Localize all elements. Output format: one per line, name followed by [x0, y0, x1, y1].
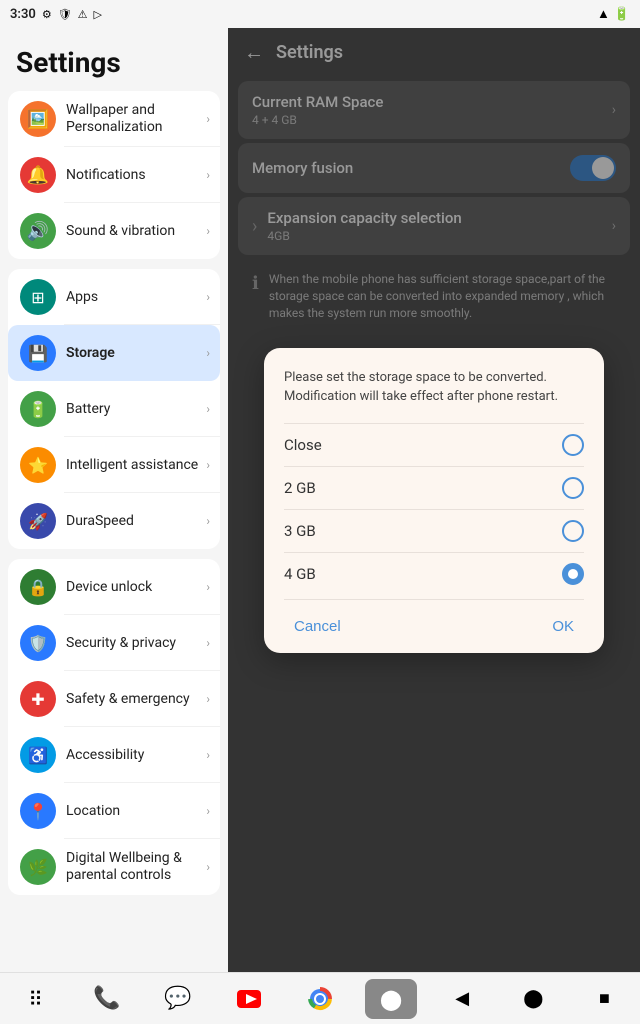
dialog-overlay: Please set the storage space to be conve… [228, 28, 640, 972]
sidebar-item-digitalwellbeing[interactable]: 🌿 Digital Wellbeing & parental controls … [8, 839, 220, 895]
apps-icon: ⊞ [20, 279, 56, 315]
ok-button[interactable]: OK [542, 614, 584, 639]
chevron-right-icon: › [206, 402, 210, 416]
sidebar-item-label: Security & privacy [66, 635, 202, 652]
sidebar-item-deviceunlock[interactable]: 🔒 Device unlock › [8, 559, 220, 615]
dialog-option-4gb[interactable]: 4 GB [284, 552, 584, 595]
shield-icon: 🛡 [58, 8, 72, 21]
cancel-button[interactable]: Cancel [284, 614, 351, 639]
chevron-right-icon: › [206, 112, 210, 126]
dialog-option-close[interactable]: Close [284, 423, 584, 466]
sidebar-item-label: Safety & emergency [66, 691, 202, 708]
sidebar-item-label: Wallpaper and Personalization [66, 102, 202, 136]
sidebar-item-label: Digital Wellbeing & parental controls [66, 850, 202, 884]
sidebar-item-notifications[interactable]: 🔔 Notifications › [8, 147, 220, 203]
battery-icon: 🔋 [614, 7, 630, 22]
main-panel: ← Settings Current RAM Space 4 + 4 GB › … [228, 28, 640, 972]
sidebar-item-accessibility[interactable]: ♿ Accessibility › [8, 727, 220, 783]
sidebar-item-label: DuraSpeed [66, 513, 202, 530]
chevron-right-icon: › [206, 346, 210, 360]
nav-camera[interactable]: ⬤ [365, 979, 417, 1019]
sidebar-item-label: Location [66, 803, 202, 820]
chevron-right-icon: › [206, 580, 210, 594]
sidebar-item-label: Notifications [66, 167, 202, 184]
deviceunlock-icon: 🔒 [20, 569, 56, 605]
gear-icon: ⚙ [42, 8, 52, 21]
dialog-message: Please set the storage space to be conve… [284, 368, 584, 407]
sidebar-item-location[interactable]: 📍 Location › [8, 783, 220, 839]
sidebar-item-sound[interactable]: 🔊 Sound & vibration › [8, 203, 220, 259]
sidebar-item-security[interactable]: 🛡️ Security & privacy › [8, 615, 220, 671]
bottom-nav: ⠿ 📞 💬 ⬤ ◀ ⬤ ■ [0, 972, 640, 1024]
dialog-actions: Cancel OK [284, 599, 584, 653]
nav-message[interactable]: 💬 [152, 979, 204, 1019]
chevron-right-icon: › [206, 860, 210, 874]
sidebar-item-label: Accessibility [66, 747, 202, 764]
dialog-option-label: 2 GB [284, 479, 316, 497]
chevron-right-icon: › [206, 458, 210, 472]
sidebar-item-label: Apps [66, 289, 202, 306]
dialog-option-3gb[interactable]: 3 GB [284, 509, 584, 552]
nav-home[interactable]: ⬤ [507, 979, 559, 1019]
sidebar-item-apps[interactable]: ⊞ Apps › [8, 269, 220, 325]
chevron-right-icon: › [206, 636, 210, 650]
chevron-right-icon: › [206, 224, 210, 238]
dialog: Please set the storage space to be conve… [264, 348, 604, 653]
status-bar: 3:30 ⚙ 🛡 ⚠ ▷ ▲ 🔋 [0, 0, 640, 28]
sidebar-item-label: Intelligent assistance [66, 457, 202, 474]
dialog-option-label: 4 GB [284, 565, 316, 583]
nav-recents[interactable]: ■ [578, 979, 630, 1019]
chevron-right-icon: › [206, 514, 210, 528]
chevron-right-icon: › [206, 692, 210, 706]
sidebar-item-safety[interactable]: ✚ Safety & emergency › [8, 671, 220, 727]
radio-4gb[interactable] [562, 563, 584, 585]
storage-icon: 💾 [20, 335, 56, 371]
chevron-right-icon: › [206, 804, 210, 818]
sidebar-item-wallpaper[interactable]: 🖼️ Wallpaper and Personalization › [8, 91, 220, 147]
sound-icon: 🔊 [20, 213, 56, 249]
nav-back[interactable]: ◀ [436, 979, 488, 1019]
nav-youtube[interactable] [223, 979, 275, 1019]
sidebar-item-intelligent[interactable]: ⭐ Intelligent assistance › [8, 437, 220, 493]
intelligent-icon: ⭐ [20, 447, 56, 483]
security-icon: 🛡️ [20, 625, 56, 661]
wifi-icon: ▲ [597, 6, 610, 22]
dialog-option-2gb[interactable]: 2 GB [284, 466, 584, 509]
safety-icon: ✚ [20, 681, 56, 717]
sidebar-item-battery[interactable]: 🔋 Battery › [8, 381, 220, 437]
digitalwellbeing-icon: 🌿 [20, 849, 56, 885]
sidebar-item-label: Storage [66, 345, 202, 362]
radio-2gb[interactable] [562, 477, 584, 499]
chevron-right-icon: › [206, 168, 210, 182]
sidebar-item-storage[interactable]: 💾 Storage › [8, 325, 220, 381]
wallpaper-icon: 🖼️ [20, 101, 56, 137]
dialog-option-label: 3 GB [284, 522, 316, 540]
battery-menu-icon: 🔋 [20, 391, 56, 427]
duraspeed-icon: 🚀 [20, 503, 56, 539]
sidebar-group-2: ⊞ Apps › 💾 Storage › 🔋 Battery › ⭐ Intel… [8, 269, 220, 549]
nav-grid[interactable]: ⠿ [10, 979, 62, 1019]
sidebar-group-1: 🖼️ Wallpaper and Personalization › 🔔 Not… [8, 91, 220, 259]
status-time: 3:30 [10, 7, 36, 22]
sidebar-title: Settings [0, 28, 228, 91]
location-icon: 📍 [20, 793, 56, 829]
dialog-option-label: Close [284, 436, 322, 454]
sidebar-item-label: Battery [66, 401, 202, 418]
radio-3gb[interactable] [562, 520, 584, 542]
sidebar-item-label: Device unlock [66, 579, 202, 596]
sidebar: Settings 🖼️ Wallpaper and Personalizatio… [0, 28, 228, 972]
sidebar-item-label: Sound & vibration [66, 223, 202, 240]
alert-icon: ⚠ [78, 8, 88, 21]
nav-chrome[interactable] [294, 979, 346, 1019]
sidebar-item-duraspeed[interactable]: 🚀 DuraSpeed › [8, 493, 220, 549]
radio-close[interactable] [562, 434, 584, 456]
chevron-right-icon: › [206, 290, 210, 304]
accessibility-icon: ♿ [20, 737, 56, 773]
nav-phone[interactable]: 📞 [81, 979, 133, 1019]
notifications-icon: 🔔 [20, 157, 56, 193]
sidebar-group-3: 🔒 Device unlock › 🛡️ Security & privacy … [8, 559, 220, 895]
chevron-right-icon: › [206, 748, 210, 762]
play-icon: ▷ [94, 8, 102, 21]
